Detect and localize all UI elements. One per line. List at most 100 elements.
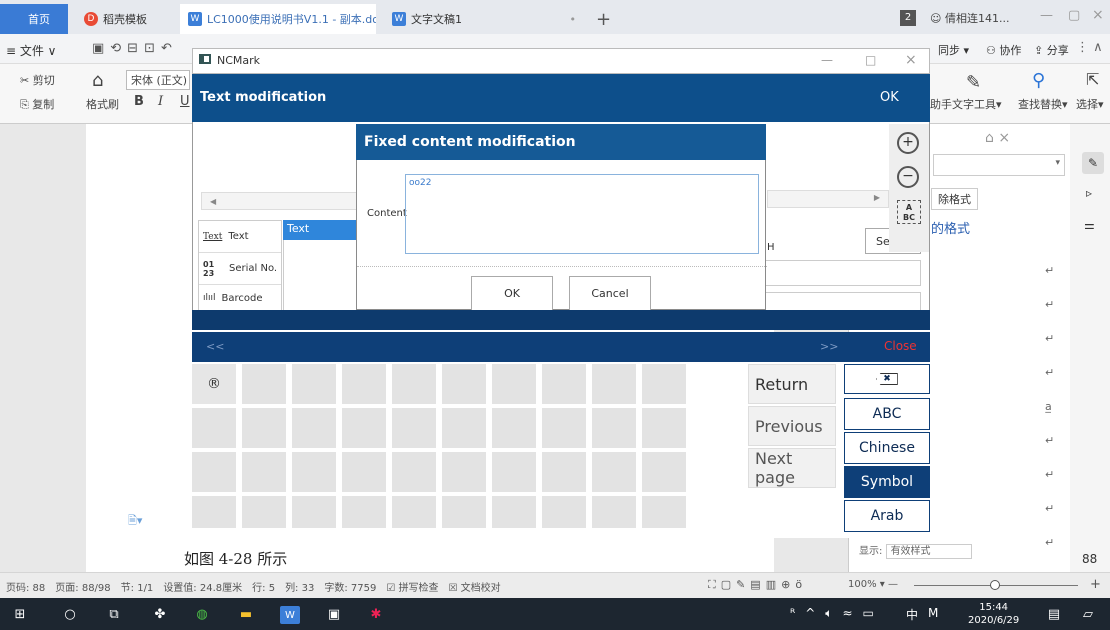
- symbol-key[interactable]: [392, 408, 436, 448]
- list-item[interactable]: ılııl Barcode: [199, 285, 281, 311]
- field-input[interactable]: [765, 260, 921, 286]
- symbol-key[interactable]: [342, 408, 386, 448]
- wps-writer-icon[interactable]: W: [280, 606, 300, 624]
- tab-close-icon[interactable]: •: [570, 13, 577, 26]
- tab-document-2[interactable]: W 文字文稿1 •: [384, 6, 584, 32]
- ncmark-taskbar-icon[interactable]: ▣: [324, 606, 344, 622]
- symbol-key[interactable]: [542, 408, 586, 448]
- backspace-button[interactable]: ✖: [844, 364, 930, 394]
- symbol-key[interactable]: [592, 408, 636, 448]
- ncmark-close[interactable]: ×: [905, 52, 917, 68]
- keyboard-prev-page[interactable]: <<: [206, 340, 224, 353]
- quick-access-icons[interactable]: ▣⟲⊟⊡↶: [92, 41, 178, 56]
- symbol-key[interactable]: [542, 364, 586, 404]
- underline-button[interactable]: U: [180, 94, 190, 109]
- symbol-key[interactable]: [492, 364, 536, 404]
- tab-document-active[interactable]: WLC1000使用说明书V1.1 - 副本.docx•: [180, 4, 376, 34]
- content-textarea[interactable]: oo22: [405, 174, 759, 254]
- symbol-key[interactable]: [642, 452, 686, 492]
- sync-button[interactable]: 同步 ▾: [938, 42, 969, 58]
- ncmark-ok-button[interactable]: OK: [880, 90, 899, 105]
- symbol-key[interactable]: [342, 496, 386, 528]
- tab-docer[interactable]: D 稻壳模板: [76, 6, 176, 32]
- symbol-key[interactable]: [442, 408, 486, 448]
- symbol-key[interactable]: [292, 364, 336, 404]
- dialog-ok-button[interactable]: OK: [471, 276, 553, 310]
- symbol-key[interactable]: [442, 364, 486, 404]
- search-icon[interactable]: ○: [60, 606, 80, 622]
- user-account[interactable]: ☺ 倩相连141...: [930, 10, 1009, 26]
- collab-button[interactable]: ⚇ 协作: [986, 42, 1021, 58]
- page-marker-icon[interactable]: 🗎▾: [128, 512, 142, 531]
- ime-mode-icon[interactable]: M: [928, 606, 938, 620]
- spell-check-button[interactable]: ☑ 拼写检查: [386, 579, 438, 594]
- field-input[interactable]: [765, 292, 921, 312]
- assistant-button[interactable]: 助手: [930, 96, 952, 112]
- fan-app-icon[interactable]: ✤: [150, 606, 170, 622]
- zoom-level[interactable]: 100% ▾ —: [848, 579, 898, 590]
- view-mode-icons[interactable]: ⛶▢✎▤▥⊕ö: [708, 578, 807, 592]
- minimize-button[interactable]: —: [1040, 8, 1053, 23]
- show-styles[interactable]: 显示: 有效样式: [859, 542, 972, 559]
- new-tab-button[interactable]: +: [588, 6, 628, 32]
- symbol-key[interactable]: ®: [192, 364, 236, 404]
- fit-text-icon[interactable]: A BC: [897, 200, 921, 224]
- clear-format-button[interactable]: 除格式: [931, 188, 978, 210]
- notification-badge[interactable]: 2: [900, 10, 916, 26]
- text-tools-button[interactable]: 文字工具▾: [952, 96, 1002, 112]
- symbol-key[interactable]: [492, 408, 536, 448]
- italic-button[interactable]: I: [158, 94, 163, 109]
- status-words[interactable]: 字数: 7759: [324, 579, 376, 594]
- bold-button[interactable]: B: [134, 94, 144, 109]
- ncmark-maximize[interactable]: □: [865, 53, 876, 67]
- return-button[interactable]: Return: [748, 364, 836, 404]
- zoom-out-icon[interactable]: −: [897, 166, 919, 188]
- symbol-key[interactable]: [642, 408, 686, 448]
- mode-symbol[interactable]: Symbol: [844, 466, 930, 498]
- status-pages[interactable]: 页面: 88/98: [55, 579, 110, 594]
- symbol-key[interactable]: [592, 452, 636, 492]
- proof-button[interactable]: ☒ 文档校对: [449, 579, 501, 594]
- zoom-in-button[interactable]: +: [1090, 577, 1101, 592]
- ime-indicator[interactable]: 中: [906, 606, 918, 623]
- task-view-icon[interactable]: ⧉: [104, 606, 124, 622]
- find-replace-button[interactable]: 查找替换▾: [1018, 96, 1068, 112]
- selected-element[interactable]: Text: [283, 220, 357, 240]
- symbol-key[interactable]: [342, 452, 386, 492]
- keyboard-next-page[interactable]: >>: [820, 340, 838, 353]
- scroll-left[interactable]: ◀: [201, 192, 357, 210]
- pane-controls[interactable]: ⌂ ×: [985, 130, 1010, 146]
- symbol-key[interactable]: [292, 452, 336, 492]
- zoom-slider-handle[interactable]: [990, 580, 1000, 590]
- tab-home[interactable]: 首页: [0, 4, 68, 34]
- close-button[interactable]: ×: [1092, 7, 1104, 23]
- symbol-key[interactable]: [592, 496, 636, 528]
- settings-sliders-icon[interactable]: ⚌: [1084, 218, 1095, 232]
- symbol-key[interactable]: [342, 364, 386, 404]
- list-item[interactable]: Text Text: [199, 221, 281, 253]
- cut-button[interactable]: ✂ 剪切: [20, 72, 55, 88]
- symbol-key[interactable]: [492, 496, 536, 528]
- style-select[interactable]: ▾: [933, 154, 1065, 176]
- symbol-key[interactable]: [442, 452, 486, 492]
- symbol-key[interactable]: [492, 452, 536, 492]
- mode-arab[interactable]: Arab: [844, 500, 930, 532]
- clock[interactable]: 15:44 2020/6/29: [968, 601, 1019, 627]
- symbol-key[interactable]: [292, 408, 336, 448]
- symbol-key[interactable]: [392, 364, 436, 404]
- select-button[interactable]: 选择▾: [1076, 96, 1104, 112]
- symbol-key[interactable]: [292, 496, 336, 528]
- symbol-key[interactable]: [392, 496, 436, 528]
- symbol-key[interactable]: [392, 452, 436, 492]
- mode-abc[interactable]: ABC: [844, 398, 930, 430]
- notes-icon[interactable]: ▤: [1044, 606, 1064, 622]
- symbol-key[interactable]: [542, 496, 586, 528]
- browser-icon[interactable]: ◍: [192, 606, 212, 622]
- tray-icons[interactable]: ᴿ^🔈︎≈▭: [790, 606, 884, 621]
- symbol-key[interactable]: [242, 364, 286, 404]
- windows-start-icon[interactable]: ⊞: [10, 606, 30, 622]
- pen-icon[interactable]: ✎: [1082, 152, 1104, 174]
- symbol-key[interactable]: [642, 496, 686, 528]
- symbol-key[interactable]: [242, 408, 286, 448]
- symbol-key[interactable]: [192, 452, 236, 492]
